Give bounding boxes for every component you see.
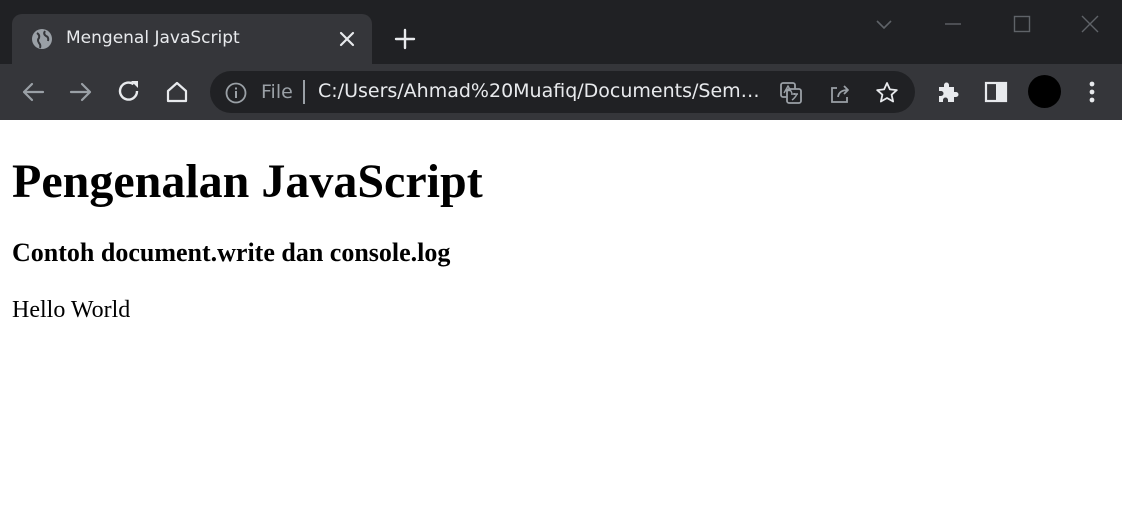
new-tab-button[interactable] <box>392 26 418 52</box>
browser-title-bar: Mengenal JavaScript <box>0 0 1122 64</box>
tab-search-chevron-icon[interactable] <box>872 12 896 36</box>
more-menu-icon[interactable] <box>1078 78 1106 106</box>
scheme-divider <box>303 80 305 104</box>
url-text[interactable]: C:/Users/Ahmad%20Muafiq/Documents/Semest… <box>318 80 766 102</box>
page-subheading: Contoh document.write dan console.log <box>12 238 451 267</box>
back-arrow-icon[interactable] <box>19 78 47 106</box>
extensions-puzzle-icon[interactable] <box>934 78 962 106</box>
maximize-icon[interactable] <box>1010 12 1034 36</box>
page-content: Pengenalan JavaScript Contoh document.wr… <box>0 120 1122 510</box>
close-icon[interactable] <box>337 29 357 49</box>
info-icon[interactable] <box>224 81 248 105</box>
home-icon[interactable] <box>163 78 191 106</box>
forward-arrow-icon[interactable] <box>67 78 95 106</box>
address-bar[interactable]: File C:/Users/Ahmad%20Muafiq/Documents/S… <box>210 71 915 113</box>
tab-title: Mengenal JavaScript <box>66 28 240 48</box>
minimize-icon[interactable] <box>941 12 965 36</box>
reload-icon[interactable] <box>115 78 143 106</box>
profile-avatar[interactable] <box>1028 75 1061 108</box>
url-scheme-label: File <box>261 81 293 103</box>
tab-active[interactable]: Mengenal JavaScript <box>12 14 372 64</box>
bookmark-star-icon[interactable] <box>874 80 900 106</box>
globe-icon <box>30 27 54 51</box>
body-text: Hello World <box>12 297 131 323</box>
share-icon[interactable] <box>827 80 853 106</box>
side-panel-icon[interactable] <box>982 78 1010 106</box>
page-heading: Pengenalan JavaScript <box>12 155 483 208</box>
window-close-icon[interactable] <box>1078 12 1102 36</box>
translate-icon[interactable] <box>778 80 804 106</box>
browser-toolbar: File C:/Users/Ahmad%20Muafiq/Documents/S… <box>0 64 1122 120</box>
